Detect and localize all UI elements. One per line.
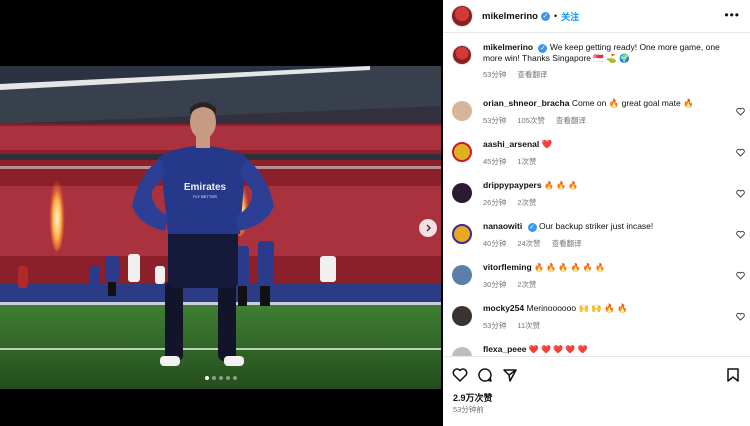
comment-text: 🔥 🔥 🔥	[543, 181, 579, 190]
comment-text: Our backup striker just incase!	[538, 221, 654, 231]
verified-icon: ✓	[540, 11, 550, 21]
comment-likes-link[interactable]: 1次赞	[517, 156, 536, 167]
comment-avatar[interactable]	[452, 306, 472, 326]
comment-likes-link[interactable]: 11次赞	[517, 320, 540, 331]
carousel-dot	[211, 376, 216, 380]
comment-text: ❤️ ❤️ ❤️ ❤️ ❤️	[528, 345, 588, 354]
caption-row: mikelmerino ✓ We keep getting ready! One…	[443, 42, 750, 83]
comment-username[interactable]: vitorfleming	[483, 262, 532, 272]
heart-icon[interactable]	[736, 189, 745, 198]
author-username[interactable]: mikelmerino	[482, 11, 538, 22]
comment-likes-link[interactable]: 105次赞	[517, 115, 545, 126]
comment-time: 45分钟	[483, 157, 507, 166]
comments-list[interactable]: mikelmerino ✓ We keep getting ready! One…	[443, 42, 750, 356]
comment-username[interactable]: nanaowiti	[483, 221, 522, 231]
comment-text: ❤️	[541, 139, 553, 149]
shirt-sponsor-text: Emirates	[184, 182, 227, 193]
next-photo-button[interactable]	[419, 219, 437, 237]
heart-icon[interactable]	[736, 271, 745, 280]
comment-time: 30分钟	[483, 280, 507, 289]
caption-username[interactable]: mikelmerino	[483, 42, 533, 52]
comment-time: 53分钟	[483, 321, 507, 330]
follow-button[interactable]: 关注	[561, 10, 579, 23]
comment-row: drippypaypers 🔥 🔥 🔥 26分钟 2次赞	[443, 180, 750, 221]
chevron-right-icon	[426, 224, 431, 232]
post-photo[interactable]: Emirates FLY BETTER	[0, 66, 441, 389]
carousel-dots	[0, 376, 441, 380]
carousel-dot	[218, 376, 223, 380]
post-header: mikelmerino ✓ • 关注 •••	[443, 0, 750, 33]
verified-icon: ✓	[538, 44, 548, 53]
comment-avatar[interactable]	[452, 101, 472, 121]
comment-avatar[interactable]	[452, 265, 472, 285]
comment-translate-link[interactable]: 查看翻译	[556, 115, 586, 126]
heart-icon[interactable]	[736, 312, 745, 321]
verified-icon: ✓	[527, 223, 537, 232]
shirt-sponsor-subtext: FLY BETTER	[193, 194, 217, 199]
comment-icon[interactable]	[477, 367, 493, 383]
post-time: 53分钟前	[453, 405, 484, 414]
post-details-panel: mikelmerino ✓ • 关注 ••• mikelmerino ✓ We …	[443, 0, 750, 426]
caption-body: mikelmerino ✓ We keep getting ready! One…	[483, 42, 740, 83]
carousel-dot	[225, 376, 230, 380]
comment-avatar[interactable]	[452, 224, 472, 244]
like-count[interactable]: 2.9万次赞	[453, 391, 493, 404]
comment-row: flexa_peee ❤️ ❤️ ❤️ ❤️ ❤️	[443, 344, 750, 356]
comment-text: Merinoooooo 🙌 🙌 🔥 🔥	[526, 303, 628, 313]
comment-avatar[interactable]	[452, 183, 472, 203]
comment-row: vitorfleming 🔥 🔥 🔥 🔥 🔥 🔥 30分钟 2次赞	[443, 262, 750, 303]
action-bar	[452, 367, 741, 383]
comment-time: 53分钟	[483, 116, 507, 125]
heart-icon[interactable]	[736, 107, 745, 116]
comment-username[interactable]: flexa_peee	[483, 344, 526, 354]
heart-icon[interactable]	[452, 367, 468, 383]
heart-icon[interactable]	[736, 148, 745, 157]
comment-row: mocky254 Merinoooooo 🙌 🙌 🔥 🔥 53分钟 11次赞	[443, 303, 750, 344]
header-separator: •	[553, 11, 558, 21]
post-footer: 2.9万次赞 53分钟前	[443, 356, 750, 426]
caption-time: 53分钟	[483, 70, 507, 79]
comment-row: aashi_arsenal ❤️ 45分钟 1次赞	[443, 139, 750, 180]
comment-time: 40分钟	[483, 239, 507, 248]
comment-username[interactable]: aashi_arsenal	[483, 139, 539, 149]
carousel-dot	[204, 376, 209, 380]
heart-icon[interactable]	[736, 230, 745, 239]
comment-row: nanaowiti ✓ Our backup striker just inca…	[443, 221, 750, 262]
carousel-dot	[232, 376, 237, 380]
comment-username[interactable]: drippypaypers	[483, 180, 542, 190]
comment-username[interactable]: orian_shneor_bracha	[483, 98, 569, 108]
comment-likes-link[interactable]: 2次赞	[517, 197, 536, 208]
comment-text: 🔥 🔥 🔥 🔥 🔥 🔥	[534, 263, 605, 272]
comment-time: 26分钟	[483, 198, 507, 207]
comment-username[interactable]: mocky254	[483, 303, 524, 313]
author-avatar[interactable]	[451, 5, 473, 27]
bookmark-icon[interactable]	[725, 367, 741, 383]
comment-likes-link[interactable]: 24次赞	[517, 238, 540, 249]
caption-avatar[interactable]	[452, 45, 472, 65]
comment-text: Come on 🔥 great goal mate 🔥	[571, 98, 694, 108]
comment-likes-link[interactable]: 2次赞	[517, 279, 536, 290]
comment-translate-link[interactable]: 查看翻译	[552, 238, 582, 249]
comment-row: orian_shneor_bracha Come on 🔥 great goal…	[443, 98, 750, 139]
caption-translate-link[interactable]: 查看翻译	[517, 69, 547, 80]
share-icon[interactable]	[502, 367, 518, 383]
more-options-icon[interactable]: •••	[724, 9, 740, 21]
post-media-area: Emirates FLY BETTER	[0, 0, 443, 426]
comment-avatar[interactable]	[452, 142, 472, 162]
comment-avatar[interactable]	[452, 347, 472, 356]
